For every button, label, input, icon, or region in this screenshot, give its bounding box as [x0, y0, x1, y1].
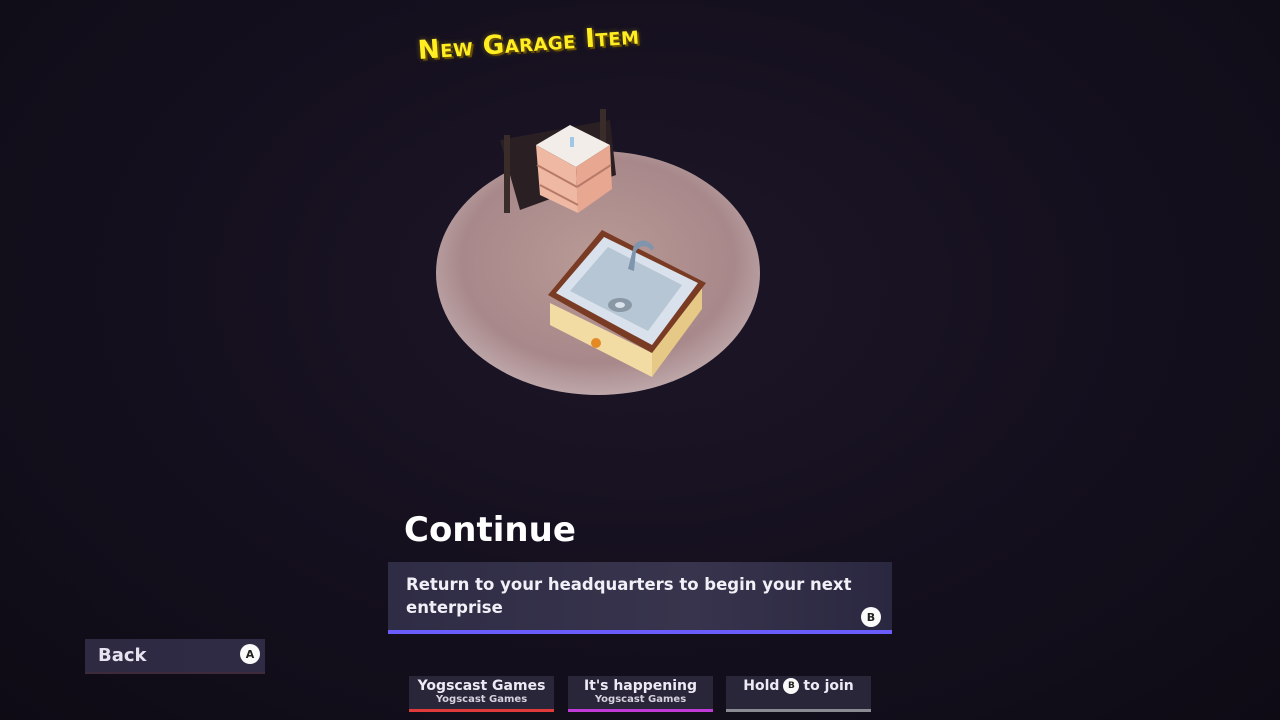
a-button-icon: A [240, 644, 260, 664]
player-name: Yogscast Games [417, 678, 546, 694]
player-sub: Yogscast Games [594, 694, 687, 705]
hold-to-join: Hold B to join [726, 678, 871, 694]
b-button-icon: B [783, 678, 800, 694]
back-button[interactable]: Back A [85, 639, 265, 674]
b-button-icon: B [861, 607, 881, 627]
player-name: It's happening [583, 678, 698, 694]
new-item-banner: New Garage Item [416, 20, 641, 66]
player-slot-1: Yogscast Games Yogscast Games [409, 676, 554, 712]
screen-title: Continue [404, 510, 576, 550]
player-sub: Yogscast Games [435, 694, 528, 705]
player-slot-join[interactable]: Hold B to join [726, 676, 871, 712]
crate-icon [500, 109, 616, 213]
continue-description: Return to your headquarters to begin you… [406, 575, 852, 617]
back-label: Back [98, 645, 147, 666]
player-slot-2: It's happening Yogscast Games [568, 676, 713, 712]
hold-label: Hold [743, 678, 780, 694]
item-display [420, 95, 780, 405]
join-label: to join [803, 678, 854, 694]
continue-panel[interactable]: Return to your headquarters to begin you… [388, 562, 892, 634]
item-stage-svg [436, 109, 760, 395]
